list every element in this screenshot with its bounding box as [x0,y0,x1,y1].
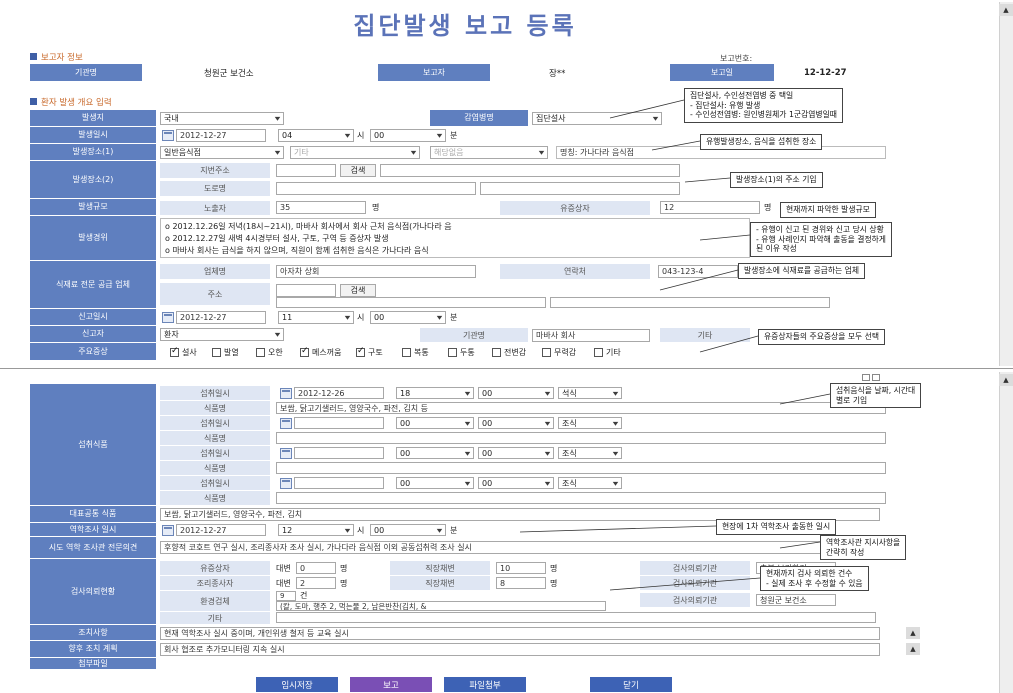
callout-lines [609,99,759,353]
callout-lines-bottom [519,393,831,591]
